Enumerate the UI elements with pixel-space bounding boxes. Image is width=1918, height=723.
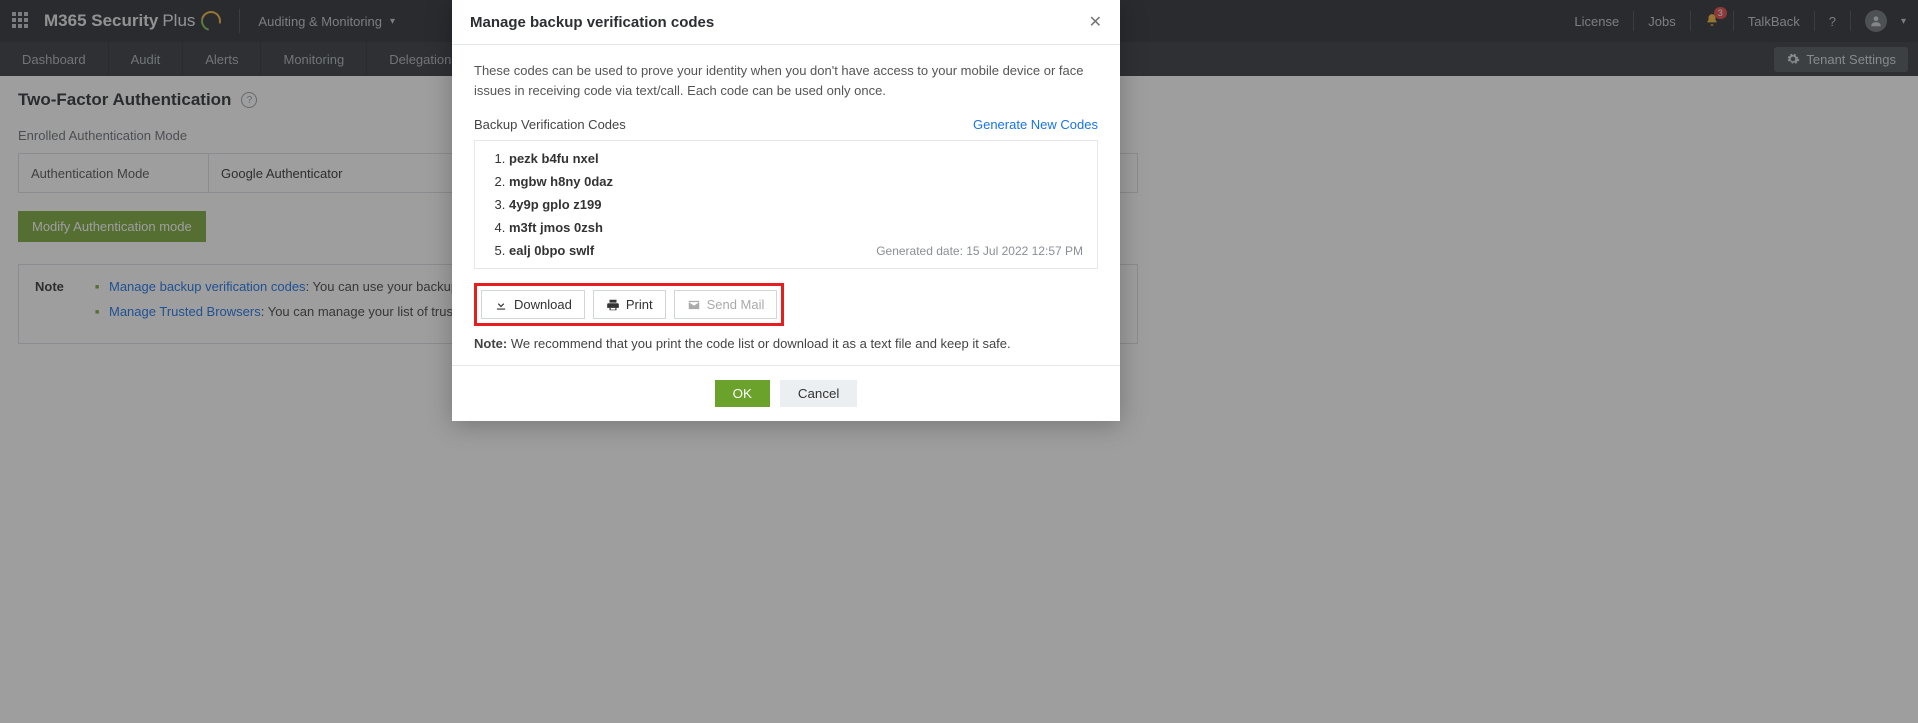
modal-title: Manage backup verification codes bbox=[470, 14, 714, 31]
codes-box: pezk b4fu nxel mgbw h8ny 0daz 4y9p gplo … bbox=[474, 140, 1098, 269]
backup-code: pezk b4fu nxel bbox=[509, 151, 1083, 166]
generate-new-codes-link[interactable]: Generate New Codes bbox=[973, 117, 1098, 132]
download-button[interactable]: Download bbox=[481, 290, 585, 319]
send-mail-label: Send Mail bbox=[707, 297, 765, 312]
print-icon bbox=[606, 298, 620, 312]
codes-label: Backup Verification Codes bbox=[474, 117, 626, 132]
send-mail-button[interactable]: Send Mail bbox=[674, 290, 778, 319]
download-label: Download bbox=[514, 297, 572, 312]
backup-code: mgbw h8ny 0daz bbox=[509, 174, 1083, 189]
action-button-row: Download Print Send Mail bbox=[474, 283, 784, 326]
download-icon bbox=[494, 298, 508, 312]
backup-code: 4y9p gplo z199 bbox=[509, 197, 1083, 212]
mail-icon bbox=[687, 298, 701, 312]
modal-note: Note: We recommend that you print the co… bbox=[474, 336, 1098, 351]
print-button[interactable]: Print bbox=[593, 290, 666, 319]
backup-code: m3ft jmos 0zsh bbox=[509, 220, 1083, 235]
cancel-button[interactable]: Cancel bbox=[780, 380, 858, 407]
close-icon[interactable]: ✕ bbox=[1089, 12, 1102, 32]
modal-description: These codes can be used to prove your id… bbox=[474, 61, 1098, 101]
backup-codes-modal: Manage backup verification codes ✕ These… bbox=[452, 0, 1120, 421]
print-label: Print bbox=[626, 297, 653, 312]
ok-button[interactable]: OK bbox=[715, 380, 770, 407]
